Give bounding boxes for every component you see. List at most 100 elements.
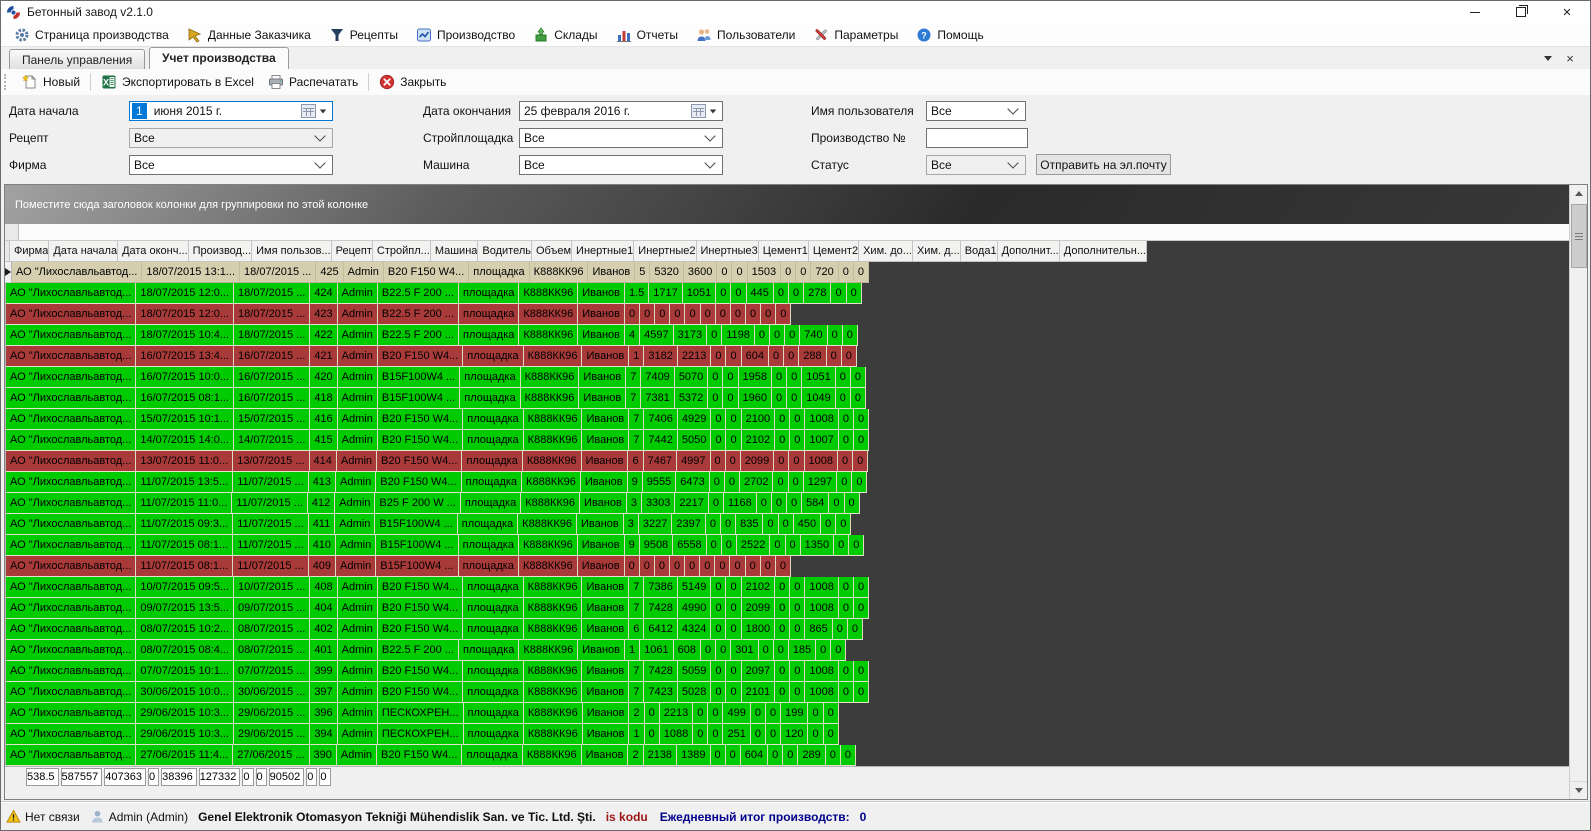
grid-cell[interactable]: площадка — [462, 451, 522, 472]
grid-cell[interactable]: Иванов — [579, 388, 626, 409]
grid-cell[interactable]: 16/07/2015 13:4... — [136, 346, 234, 367]
table-row[interactable]: АО "Лихославльавтод...07/07/2015 10:1...… — [5, 661, 1569, 682]
grid-cell[interactable]: 0 — [824, 724, 839, 745]
grid-cell[interactable]: 0 — [725, 472, 740, 493]
grid-cell[interactable]: 2101 — [742, 682, 775, 703]
grid-cell[interactable]: 0 — [726, 598, 741, 619]
table-row[interactable]: АО "Лихославльавтод...11/07/2015 09:3...… — [5, 514, 1569, 535]
table-row[interactable]: АО "Лихославльавтод...18/07/2015 10:4...… — [5, 325, 1569, 346]
grid-cell[interactable]: 0 — [773, 472, 788, 493]
grid-cell[interactable]: 0 — [808, 703, 823, 724]
table-row[interactable]: АО "Лихославльавтод...29/06/2015 10:3...… — [5, 724, 1569, 745]
grid-cell[interactable]: 1088 — [660, 724, 693, 745]
grid-cell[interactable]: 1061 — [640, 640, 673, 661]
grid-cell[interactable]: 1049 — [802, 388, 835, 409]
user-filter-combo[interactable]: Все — [926, 101, 1026, 121]
grid-cell[interactable]: 7 — [626, 388, 641, 409]
grid-cell[interactable]: 0 — [776, 556, 791, 577]
grid-cell[interactable]: Иванов — [579, 367, 626, 388]
grid-cell[interactable]: К888КК96 — [523, 745, 582, 766]
table-row[interactable]: АО "Лихославльавтод...18/07/2015 12:0...… — [5, 304, 1569, 325]
grid-cell[interactable]: АО "Лихославльавтод... — [6, 409, 136, 430]
table-row[interactable]: АО "Лихославльавтод...30/06/2015 10:0...… — [5, 682, 1569, 703]
grid-cell[interactable]: Иванов — [583, 703, 630, 724]
table-row[interactable]: АО "Лихославльавтод...11/07/2015 08:1...… — [5, 535, 1569, 556]
grid-cell[interactable]: 1389 — [677, 745, 710, 766]
grid-cell[interactable]: 2138 — [644, 745, 677, 766]
grid-cell[interactable]: 0 — [708, 388, 723, 409]
grid-cell[interactable]: 11/07/2015 ... — [233, 472, 308, 493]
grid-cell[interactable]: 4324 — [678, 619, 711, 640]
grid-cell[interactable]: Admin — [336, 556, 376, 577]
grid-cell[interactable]: 0 — [854, 661, 869, 682]
grid-cell[interactable]: Admin — [338, 703, 378, 724]
grid-cell[interactable]: 740 — [800, 325, 827, 346]
grid-cell[interactable]: 0 — [854, 682, 869, 703]
grid-cell[interactable]: 0 — [843, 325, 858, 346]
grid-cell[interactable]: 0 — [851, 367, 866, 388]
grid-cell[interactable]: Admin — [338, 724, 378, 745]
grid-cell[interactable]: 0 — [766, 703, 781, 724]
grid-cell[interactable]: 0 — [789, 451, 804, 472]
grid-cell[interactable]: B15F100W4 ... — [376, 556, 458, 577]
grid-cell[interactable]: 301 — [731, 640, 758, 661]
grid-cell[interactable]: 0 — [717, 262, 732, 283]
menu-parameters[interactable]: Параметры — [804, 24, 907, 46]
grid-cell[interactable]: 0 — [851, 388, 866, 409]
grid-cell[interactable]: ПЕСКОХРЕН... — [378, 703, 464, 724]
grid-cell[interactable]: 0 — [837, 472, 852, 493]
grid-cell[interactable]: 13/07/2015 ... — [233, 451, 309, 472]
grid-cell[interactable]: 0 — [711, 451, 726, 472]
machine-filter-combo[interactable]: Все — [519, 155, 723, 175]
grid-cell[interactable]: B22.5 F 200 ... — [378, 283, 459, 304]
grid-cell[interactable]: 288 — [799, 346, 826, 367]
grid-cell[interactable]: 0 — [845, 493, 860, 514]
grid-cell[interactable]: 0 — [640, 304, 655, 325]
firm-filter-combo[interactable]: Все — [129, 155, 333, 175]
grid-cell[interactable]: 18/07/2015 ... — [234, 283, 310, 304]
close-button[interactable]: × — [1544, 1, 1590, 23]
grid-cell[interactable]: B20 F150 W4... — [378, 577, 463, 598]
grid-cell[interactable]: 402 — [310, 619, 337, 640]
grid-cell[interactable]: 7428 — [644, 661, 677, 682]
grid-cell[interactable]: 0 — [775, 619, 790, 640]
grid-cell[interactable]: 0 — [849, 535, 864, 556]
grid-cell[interactable]: B22.5 F 200 ... — [378, 640, 459, 661]
grid-cell[interactable]: 0 — [790, 619, 805, 640]
grid-cell[interactable]: К888КК96 — [519, 304, 578, 325]
grid-cell[interactable]: 3 — [627, 493, 642, 514]
grid-cell[interactable]: 08/07/2015 ... — [234, 640, 310, 661]
grid-cell[interactable]: К888КК96 — [530, 262, 589, 283]
grid-cell[interactable]: 2522 — [737, 535, 770, 556]
grid-cell[interactable]: 0 — [708, 367, 723, 388]
grid-cell[interactable]: 0 — [841, 745, 856, 766]
grid-cell[interactable]: Admin — [336, 472, 376, 493]
grid-cell[interactable]: 0 — [716, 283, 731, 304]
column-header-16[interactable]: Хим. до... — [859, 241, 913, 262]
grid-cell[interactable]: К888КК96 — [524, 682, 583, 703]
menu-recipes[interactable]: Рецепты — [320, 24, 407, 46]
grid-cell[interactable]: 0 — [715, 556, 730, 577]
grid-cell[interactable]: АО "Лихославльавтод... — [6, 703, 136, 724]
grid-cell[interactable]: 0 — [848, 619, 863, 640]
grid-cell[interactable]: 0 — [839, 682, 854, 703]
grid-cell[interactable]: 0 — [839, 598, 854, 619]
grid-cell[interactable]: 0 — [701, 640, 716, 661]
grid-cell[interactable]: 7 — [626, 367, 641, 388]
grid-cell[interactable]: Иванов — [581, 472, 628, 493]
grid-cell[interactable]: 14/07/2015 14:0... — [136, 430, 234, 451]
grid-cell[interactable]: 11/07/2015 09:3... — [136, 514, 233, 535]
close-view-button[interactable]: Закрыть — [372, 71, 453, 93]
grid-cell[interactable]: площадка — [459, 325, 519, 346]
grid-cell[interactable]: Admin — [338, 388, 378, 409]
grid-cell[interactable]: 7 — [629, 430, 644, 451]
grid-cell[interactable]: 0 — [645, 703, 660, 724]
grid-cell[interactable]: Admin — [335, 514, 375, 535]
grid-cell[interactable]: Admin — [338, 598, 378, 619]
grid-cell[interactable]: 11/07/2015 ... — [232, 493, 307, 514]
grid-cell[interactable]: 0 — [685, 304, 700, 325]
grid-cell[interactable]: 199 — [781, 703, 808, 724]
grid-cell[interactable]: 0 — [839, 262, 854, 283]
grid-cell[interactable]: B20 F150 W4... — [376, 472, 461, 493]
grid-cell[interactable]: 1 — [625, 640, 640, 661]
